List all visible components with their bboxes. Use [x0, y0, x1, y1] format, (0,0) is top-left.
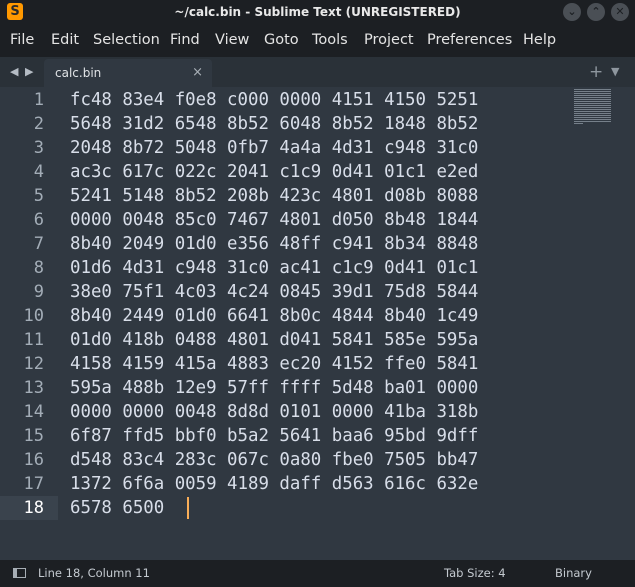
close-window-button[interactable]: ✕ — [611, 3, 629, 21]
line-number: 18 — [23, 498, 44, 518]
line-text: 0000 0048 85c0 7467 4801 d050 8b48 1844 — [70, 210, 479, 230]
line-number: 5 — [33, 186, 44, 206]
line-number: 1 — [33, 90, 44, 110]
cursor-position: Line 18, Column 11 — [38, 566, 150, 580]
menu-project[interactable]: Project — [364, 24, 414, 57]
code-line[interactable]: 12 4158 4159 415a 4883 ec20 4152 ffe0 584… — [0, 352, 635, 376]
status-bar: Line 18, Column 11 Tab Size: 4 Binary — [0, 560, 635, 587]
line-number: 16 — [23, 450, 44, 470]
menu-help[interactable]: Help — [523, 24, 556, 57]
tab-size-selector[interactable]: Tab Size: 4 — [444, 560, 506, 587]
code-line[interactable]: 10 8b40 2449 01d0 6641 8b0c 4844 8b40 1c4… — [0, 304, 635, 328]
line-number: 11 — [23, 330, 44, 350]
code-line[interactable]: 8 01d6 4d31 c948 31c0 ac41 c1c9 0d41 01c1 — [0, 256, 635, 280]
line-text: 4158 4159 415a 4883 ec20 4152 ffe0 5841 — [70, 354, 479, 374]
tab-bar: ◀ ▶ calc.bin × + ▼ — [0, 57, 635, 87]
line-number: 8 — [33, 258, 44, 278]
line-number: 6 — [33, 210, 44, 230]
line-number: 14 — [23, 402, 44, 422]
tab-label: calc.bin — [55, 66, 102, 80]
minimize-button[interactable]: ⌄ — [563, 3, 581, 21]
line-text: 8b40 2449 01d0 6641 8b0c 4844 8b40 1c49 — [70, 306, 479, 326]
tab-close-icon[interactable]: × — [192, 59, 203, 87]
code-line[interactable]: 11 01d0 418b 0488 4801 d041 5841 585e 595… — [0, 328, 635, 352]
line-text: 8b40 2049 01d0 e356 48ff c941 8b34 8848 — [70, 234, 479, 254]
code-line[interactable]: 4 ac3c 617c 022c 2041 c1c9 0d41 01c1 e2ed — [0, 160, 635, 184]
code-line[interactable]: 18 6578 6500 — [0, 496, 635, 520]
title-bar: S ~/calc.bin - Sublime Text (UNREGISTERE… — [0, 0, 635, 24]
menu-tools[interactable]: Tools — [312, 24, 348, 57]
code-line[interactable]: 5 5241 5148 8b52 208b 423c 4801 d08b 8088 — [0, 184, 635, 208]
line-text: 38e0 75f1 4c03 4c24 0845 39d1 75d8 5844 — [70, 282, 479, 302]
line-text: 0000 0000 0048 8d8d 0101 0000 41ba 318b — [70, 402, 479, 422]
tab-nav-right-icon[interactable]: ▶ — [25, 57, 33, 87]
line-number: 17 — [23, 474, 44, 494]
line-text: d548 83c4 283c 067c 0a80 fbe0 7505 bb47 — [70, 450, 479, 470]
line-number: 10 — [23, 306, 44, 326]
line-text: 5241 5148 8b52 208b 423c 4801 d08b 8088 — [70, 186, 479, 206]
tab-nav-left-icon[interactable]: ◀ — [10, 57, 18, 87]
line-number: 3 — [33, 138, 44, 158]
tab-menu-icon[interactable]: ▼ — [611, 57, 619, 87]
text-caret — [187, 497, 189, 519]
code-line[interactable]: 15 6f87 ffd5 bbf0 b5a2 5641 baa6 95bd 9df… — [0, 424, 635, 448]
line-number: 2 — [33, 114, 44, 134]
line-number: 7 — [33, 234, 44, 254]
line-text: 01d6 4d31 c948 31c0 ac41 c1c9 0d41 01c1 — [70, 258, 479, 278]
line-number: 4 — [33, 162, 44, 182]
maximize-button[interactable]: ⌃ — [587, 3, 605, 21]
menu-file[interactable]: File — [10, 24, 34, 57]
menu-bar: File Edit Selection Find View Goto Tools… — [0, 24, 635, 58]
line-text: 595a 488b 12e9 57ff ffff 5d48 ba01 0000 — [70, 378, 479, 398]
code-line[interactable]: 17 1372 6f6a 0059 4189 daff d563 616c 632… — [0, 472, 635, 496]
code-line[interactable]: 3 2048 8b72 5048 0fb7 4a4a 4d31 c948 31c0 — [0, 136, 635, 160]
menu-edit[interactable]: Edit — [51, 24, 79, 57]
line-text: 1372 6f6a 0059 4189 daff d563 616c 632e — [70, 474, 479, 494]
line-text: fc48 83e4 f0e8 c000 0000 4151 4150 5251 — [70, 90, 479, 110]
code-line[interactable]: 6 0000 0048 85c0 7467 4801 d050 8b48 1844 — [0, 208, 635, 232]
editor-area[interactable]: 1 fc48 83e4 f0e8 c000 0000 4151 4150 5251… — [0, 87, 635, 560]
line-text: 6f87 ffd5 bbf0 b5a2 5641 baa6 95bd 9dff — [70, 426, 479, 446]
line-number: 9 — [33, 282, 44, 302]
menu-preferences[interactable]: Preferences — [427, 24, 512, 57]
tab-calc-bin[interactable]: calc.bin × — [44, 59, 212, 87]
new-tab-icon[interactable]: + — [589, 57, 603, 87]
window-title: ~/calc.bin - Sublime Text (UNREGISTERED) — [174, 5, 461, 19]
line-text: 2048 8b72 5048 0fb7 4a4a 4d31 c948 31c0 — [70, 138, 479, 158]
menu-goto[interactable]: Goto — [264, 24, 299, 57]
menu-selection[interactable]: Selection — [93, 24, 160, 57]
code-line[interactable]: 16 d548 83c4 283c 067c 0a80 fbe0 7505 bb4… — [0, 448, 635, 472]
minimap[interactable] — [572, 89, 614, 125]
line-number: 13 — [23, 378, 44, 398]
code-line[interactable]: 2 5648 31d2 6548 8b52 6048 8b52 1848 8b52 — [0, 112, 635, 136]
minimap-line — [574, 123, 583, 125]
line-text: 01d0 418b 0488 4801 d041 5841 585e 595a — [70, 330, 479, 350]
code-line[interactable]: 13 595a 488b 12e9 57ff ffff 5d48 ba01 000… — [0, 376, 635, 400]
code-line[interactable]: 14 0000 0000 0048 8d8d 0101 0000 41ba 318… — [0, 400, 635, 424]
code-line[interactable]: 7 8b40 2049 01d0 e356 48ff c941 8b34 8848 — [0, 232, 635, 256]
line-text: ac3c 617c 022c 2041 c1c9 0d41 01c1 e2ed — [70, 162, 479, 182]
code-line[interactable]: 9 38e0 75f1 4c03 4c24 0845 39d1 75d8 5844 — [0, 280, 635, 304]
line-text: 5648 31d2 6548 8b52 6048 8b52 1848 8b52 — [70, 114, 479, 134]
menu-view[interactable]: View — [215, 24, 249, 57]
panel-toggle-icon[interactable] — [13, 568, 26, 578]
line-number: 15 — [23, 426, 44, 446]
code-line[interactable]: 1 fc48 83e4 f0e8 c000 0000 4151 4150 5251 — [0, 88, 635, 112]
line-number: 12 — [23, 354, 44, 374]
menu-find[interactable]: Find — [170, 24, 200, 57]
line-text: 6578 6500 — [70, 498, 165, 518]
syntax-selector[interactable]: Binary — [555, 560, 592, 587]
